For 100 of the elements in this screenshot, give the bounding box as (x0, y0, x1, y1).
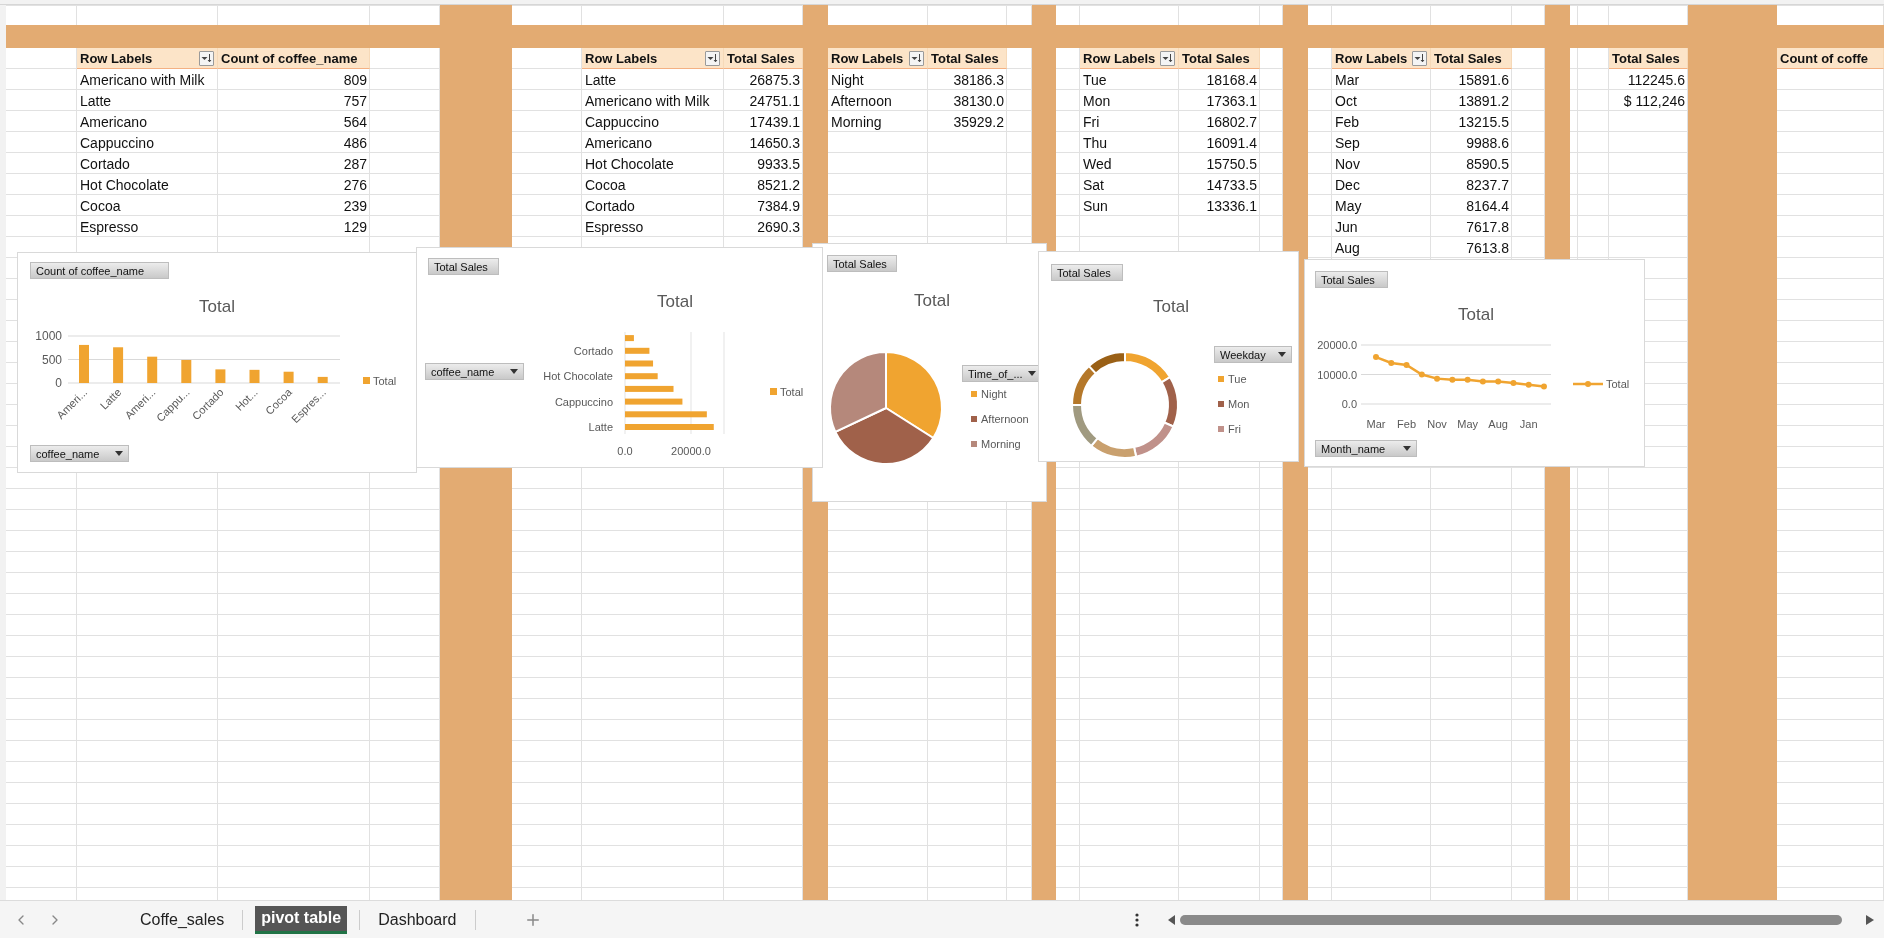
column-header: Row Labels (585, 50, 658, 66)
value-field-button[interactable]: Total Sales (827, 255, 897, 272)
row-label: Aug (1334, 238, 1361, 258)
row-label: Morning (830, 112, 883, 132)
filter-button[interactable] (1412, 50, 1427, 66)
value-field-button[interactable]: Total Sales (1315, 271, 1388, 288)
value-field-button[interactable]: Count of coffee_name (30, 262, 169, 279)
row-label: Sat (1082, 175, 1105, 195)
axis-label: Cortado (573, 344, 613, 357)
scrollbar-thumb[interactable] (1179, 914, 1842, 925)
caret-icon (115, 451, 123, 456)
axis-label: 1000 (35, 329, 62, 343)
scroll-left-icon (1167, 914, 1176, 925)
sort-filter-icon (201, 53, 212, 63)
row-label: Latte (584, 70, 618, 90)
chart-bar (625, 398, 683, 405)
value-text: 38130.0 (952, 91, 1005, 111)
axis-label: May (1457, 418, 1478, 430)
caret-icon (510, 369, 518, 374)
chart-title: Total (914, 291, 950, 310)
chart-bar (625, 347, 650, 354)
value-field-button[interactable]: Total Sales (1051, 264, 1123, 281)
chart-bar (283, 371, 294, 383)
axis-label: 10000.0 (1317, 368, 1357, 381)
sheet-tab[interactable]: Coffe_sales (134, 905, 231, 934)
value-text: 7617.8 (1465, 217, 1510, 237)
value-text: 15891.6 (1457, 70, 1510, 90)
row-label: Hot Chocolate (584, 154, 675, 174)
axis-label: Cappuccino (554, 395, 613, 408)
legend-field-dropdown[interactable]: Weekday (1214, 346, 1292, 363)
row-label: Cappuccino (584, 112, 660, 132)
value-text: 287 (342, 154, 368, 174)
sheet-tab[interactable]: Dashboard (372, 905, 463, 934)
row-label: Nov (1334, 154, 1361, 174)
row-label: Sun (1082, 196, 1109, 216)
row-label: Thu (1082, 133, 1109, 153)
chart-bar (215, 369, 226, 383)
row-label: Afternoon (830, 91, 893, 111)
value-text: 16802.7 (1205, 112, 1258, 132)
row-label: Dec (1334, 175, 1361, 195)
row-label: Oct (1334, 91, 1358, 111)
row-label: Latte (79, 91, 113, 111)
axis-label: Feb (1397, 418, 1416, 430)
value-text: 14733.5 (1205, 175, 1258, 195)
column-header: Row Labels (80, 50, 153, 66)
sort-filter-icon (1162, 53, 1173, 63)
axis-label: 500 (41, 352, 62, 367)
point (1388, 360, 1395, 366)
column-header: Total Sales (1609, 48, 1688, 69)
axis-field-dropdown[interactable]: coffee_name (425, 363, 524, 380)
value-text: 757 (342, 91, 368, 111)
sheet-tab[interactable]: pivot table (255, 905, 348, 934)
axis-label: 20000.0 (671, 445, 711, 457)
value-text: 18168.4 (1205, 70, 1258, 90)
axis-label: 0.0 (1341, 398, 1357, 410)
filter-button[interactable] (1160, 50, 1175, 66)
row-label: Wed (1082, 154, 1113, 174)
filter-button[interactable] (199, 50, 214, 66)
value-text: 13336.1 (1205, 196, 1258, 216)
value-field-button[interactable]: Total Sales (428, 258, 499, 275)
value-text: 809 (342, 70, 368, 90)
axis-label: Mar (1366, 418, 1386, 430)
value-text: 486 (342, 133, 368, 153)
chart-bar (147, 356, 158, 383)
row-label: Americano with Milk (79, 70, 206, 90)
legend-label: Fri (1228, 423, 1241, 435)
value-text: 8164.4 (1465, 196, 1510, 216)
row-label: Americano with Milk (584, 91, 711, 111)
sort-filter-icon (707, 53, 718, 63)
axis-label: Hot Chocolate (543, 370, 613, 383)
column-header: Total Sales (1179, 48, 1260, 69)
row-label: Cocoa (584, 175, 627, 195)
chart-title: Total (199, 297, 235, 316)
axis-label: Latte (588, 421, 613, 433)
axis-field-dropdown[interactable]: Month_name (1315, 440, 1417, 457)
axis-label: Aug (1488, 418, 1508, 430)
row-label: Americano (79, 112, 148, 132)
column-header: Count of coffee_name (218, 48, 370, 69)
point (1479, 378, 1486, 385)
axis-field-dropdown[interactable]: coffee_name (30, 445, 129, 462)
axis-label: Hot... (232, 385, 260, 413)
more-icon (1134, 912, 1139, 927)
chart-bar (625, 335, 634, 342)
legend-label: Total (780, 386, 804, 398)
value-text: 239 (342, 196, 368, 216)
row-label: May (1334, 196, 1363, 216)
filter-button[interactable] (705, 50, 720, 66)
value-text: 7384.9 (756, 196, 801, 216)
value-text: 8521.2 (756, 175, 801, 195)
point (1449, 376, 1456, 383)
point (1495, 378, 1502, 385)
value-text: 16091.4 (1205, 133, 1258, 153)
scroll-right-icon (1866, 914, 1874, 925)
chart-bar (625, 373, 658, 380)
point (1434, 375, 1441, 382)
column-header: Row Labels (831, 50, 904, 66)
row-label: Espresso (584, 217, 645, 237)
filter-button[interactable] (909, 50, 924, 66)
point (1510, 380, 1517, 387)
value-text: 13215.5 (1457, 112, 1510, 132)
